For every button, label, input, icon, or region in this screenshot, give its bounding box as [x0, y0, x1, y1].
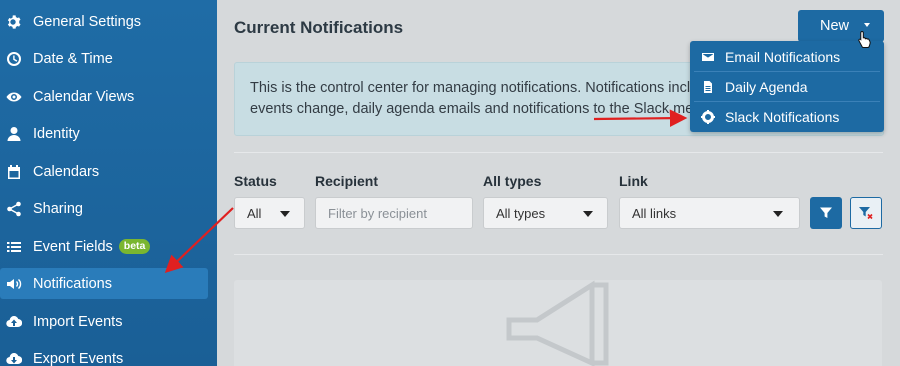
cloud-upload-icon	[6, 314, 22, 330]
link-label: Link	[619, 173, 648, 189]
status-select-value: All	[247, 205, 262, 221]
megaphone-icon	[6, 276, 22, 292]
types-select[interactable]: All types	[483, 197, 608, 229]
sidebar-item-export-events[interactable]: Export Events	[0, 343, 208, 366]
chevron-down-icon	[864, 23, 870, 27]
menu-item-daily-agenda[interactable]: Daily Agenda	[690, 72, 884, 102]
recipient-input[interactable]: Filter by recipient	[315, 197, 473, 229]
sidebar-item-label: Event Fields	[33, 238, 113, 255]
types-label: All types	[483, 173, 542, 189]
eye-icon	[6, 89, 22, 105]
share-icon	[6, 201, 22, 217]
sidebar-item-label: Calendars	[33, 163, 100, 180]
envelope-icon	[701, 50, 715, 64]
clock-icon	[6, 51, 22, 67]
sidebar: General Settings Date & Time Calendar Vi…	[0, 0, 217, 366]
sidebar-item-calendar-views[interactable]: Calendar Views	[0, 81, 208, 112]
sidebar-item-label: Import Events	[33, 313, 123, 330]
document-icon	[701, 80, 715, 94]
user-icon	[6, 126, 22, 142]
sidebar-item-sharing[interactable]: Sharing	[0, 193, 208, 224]
sidebar-item-event-fields[interactable]: Event Fields beta	[0, 231, 208, 262]
menu-item-slack-notifications[interactable]: Slack Notifications	[690, 102, 884, 132]
status-select[interactable]: All	[234, 197, 305, 229]
sidebar-item-import-events[interactable]: Import Events	[0, 306, 208, 337]
calendar-icon	[6, 164, 22, 180]
link-select[interactable]: All links	[619, 197, 800, 229]
menu-item-label: Email Notifications	[725, 49, 841, 65]
types-select-value: All types	[496, 205, 546, 221]
menu-item-label: Slack Notifications	[725, 109, 840, 125]
chevron-down-icon	[280, 211, 290, 217]
sidebar-item-label: Sharing	[33, 200, 83, 217]
beta-badge: beta	[118, 239, 151, 254]
sidebar-item-general-settings[interactable]: General Settings	[0, 6, 208, 37]
divider	[234, 254, 883, 255]
clear-filter-button[interactable]	[850, 197, 882, 229]
sidebar-item-date-time[interactable]: Date & Time	[0, 43, 208, 74]
page-title: Current Notifications	[234, 18, 404, 37]
apply-filter-button[interactable]	[810, 197, 842, 229]
hand-cursor-icon	[858, 30, 871, 48]
menu-item-label: Daily Agenda	[725, 79, 808, 95]
divider	[234, 152, 883, 153]
new-menu: Email Notifications Daily Agenda Slack N…	[690, 41, 884, 132]
sidebar-item-calendars[interactable]: Calendars	[0, 156, 208, 187]
sidebar-item-label: Date & Time	[33, 50, 113, 67]
menu-item-email-notifications[interactable]: Email Notifications	[690, 42, 884, 72]
filter-icon	[820, 207, 832, 218]
cloud-download-icon	[6, 351, 22, 366]
empty-state-panel	[234, 280, 882, 366]
sidebar-item-label: Export Events	[33, 350, 124, 366]
sidebar-item-label: General Settings	[33, 13, 142, 30]
sidebar-item-label: Calendar Views	[33, 88, 135, 105]
sidebar-item-notifications[interactable]: Notifications	[0, 268, 208, 299]
sidebar-item-label: Notifications	[33, 275, 112, 292]
chevron-down-icon	[773, 211, 783, 217]
chevron-down-icon	[583, 211, 593, 217]
slack-icon	[701, 110, 715, 124]
sidebar-item-label: Identity	[33, 125, 80, 142]
list-icon	[6, 239, 22, 255]
sidebar-item-identity[interactable]: Identity	[0, 118, 208, 149]
recipient-label: Recipient	[315, 173, 379, 189]
status-label: Status	[234, 173, 277, 189]
link-select-value: All links	[632, 205, 677, 221]
recipient-placeholder: Filter by recipient	[328, 205, 427, 221]
filter-clear-icon	[859, 207, 873, 220]
new-button-label: New	[820, 18, 850, 34]
gear-icon	[6, 14, 22, 30]
megaphone-icon	[506, 280, 609, 366]
